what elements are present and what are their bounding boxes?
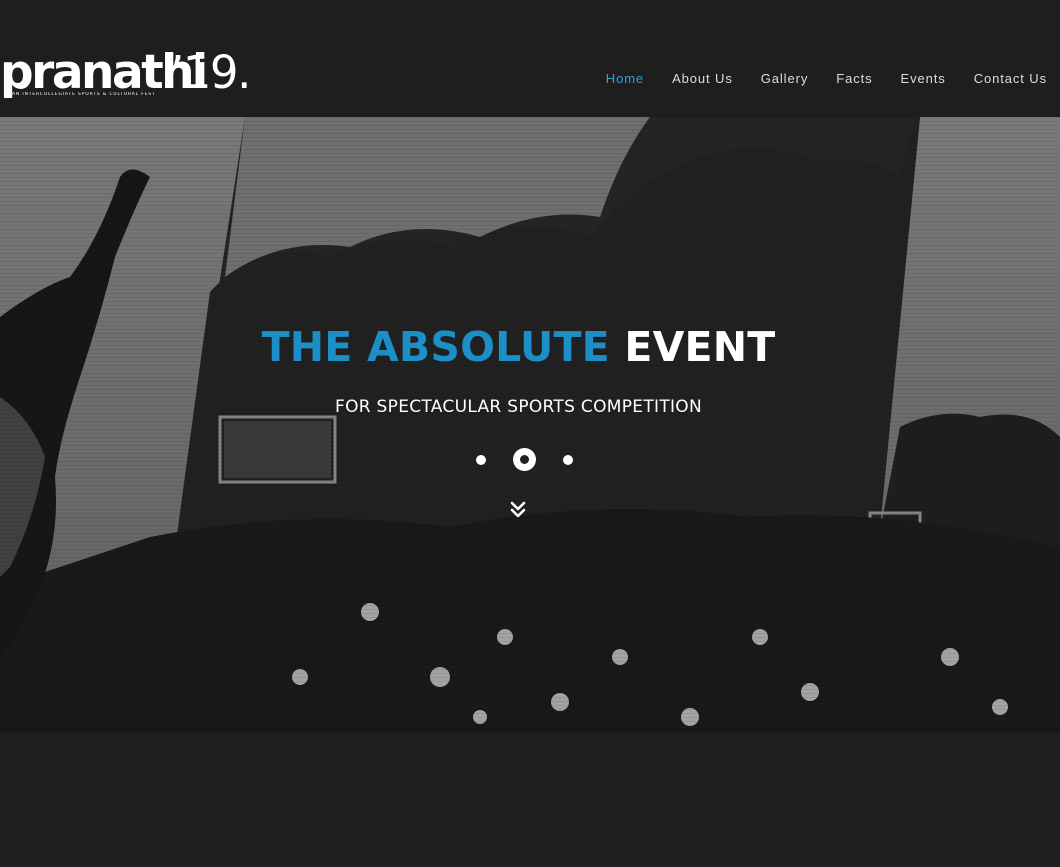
content-section — [0, 733, 1060, 867]
page: pranathi ’19. AN INTERCOLLEGIATE SPORTS … — [0, 0, 1060, 867]
hero-content: THE ABSOLUTE EVENT FOR SPECTACULAR SPORT… — [0, 117, 1060, 733]
hero-slider: THE ABSOLUTE EVENT FOR SPECTACULAR SPORT… — [0, 117, 1060, 733]
hero-subheadline: FOR SPECTACULAR SPORTS COMPETITION — [334, 397, 703, 417]
hero-headline-plain: EVENT — [624, 323, 776, 371]
nav-item-contact-us[interactable]: Contact Us — [974, 70, 1047, 87]
slider-dot-2-active[interactable] — [513, 448, 536, 471]
nav-item-facts[interactable]: Facts — [836, 70, 872, 87]
nav-item-about-us[interactable]: About Us — [672, 70, 733, 87]
logo-year: ’19. — [170, 46, 251, 99]
hero-headline-accent: THE ABSOLUTE — [261, 323, 610, 371]
hero-headline: THE ABSOLUTE EVENT — [0, 322, 1037, 372]
slider-dot-1[interactable] — [476, 454, 486, 465]
site-logo[interactable]: pranathi ’19. AN INTERCOLLEGIATE SPORTS … — [0, 40, 251, 106]
nav-item-gallery[interactable]: Gallery — [761, 70, 808, 87]
slider-pagination — [476, 448, 573, 471]
double-chevron-down-icon[interactable] — [509, 501, 527, 519]
nav-item-home[interactable]: Home — [606, 70, 644, 87]
logo-tagline: AN INTERCOLLEGIATE SPORTS & CULTURAL FES… — [12, 92, 156, 97]
site-header: pranathi ’19. AN INTERCOLLEGIATE SPORTS … — [0, 0, 1060, 117]
nav-item-events[interactable]: Events — [901, 70, 946, 87]
slider-dot-3[interactable] — [563, 454, 573, 465]
main-nav: Home About Us Gallery Facts Events Conta… — [578, 70, 1047, 87]
